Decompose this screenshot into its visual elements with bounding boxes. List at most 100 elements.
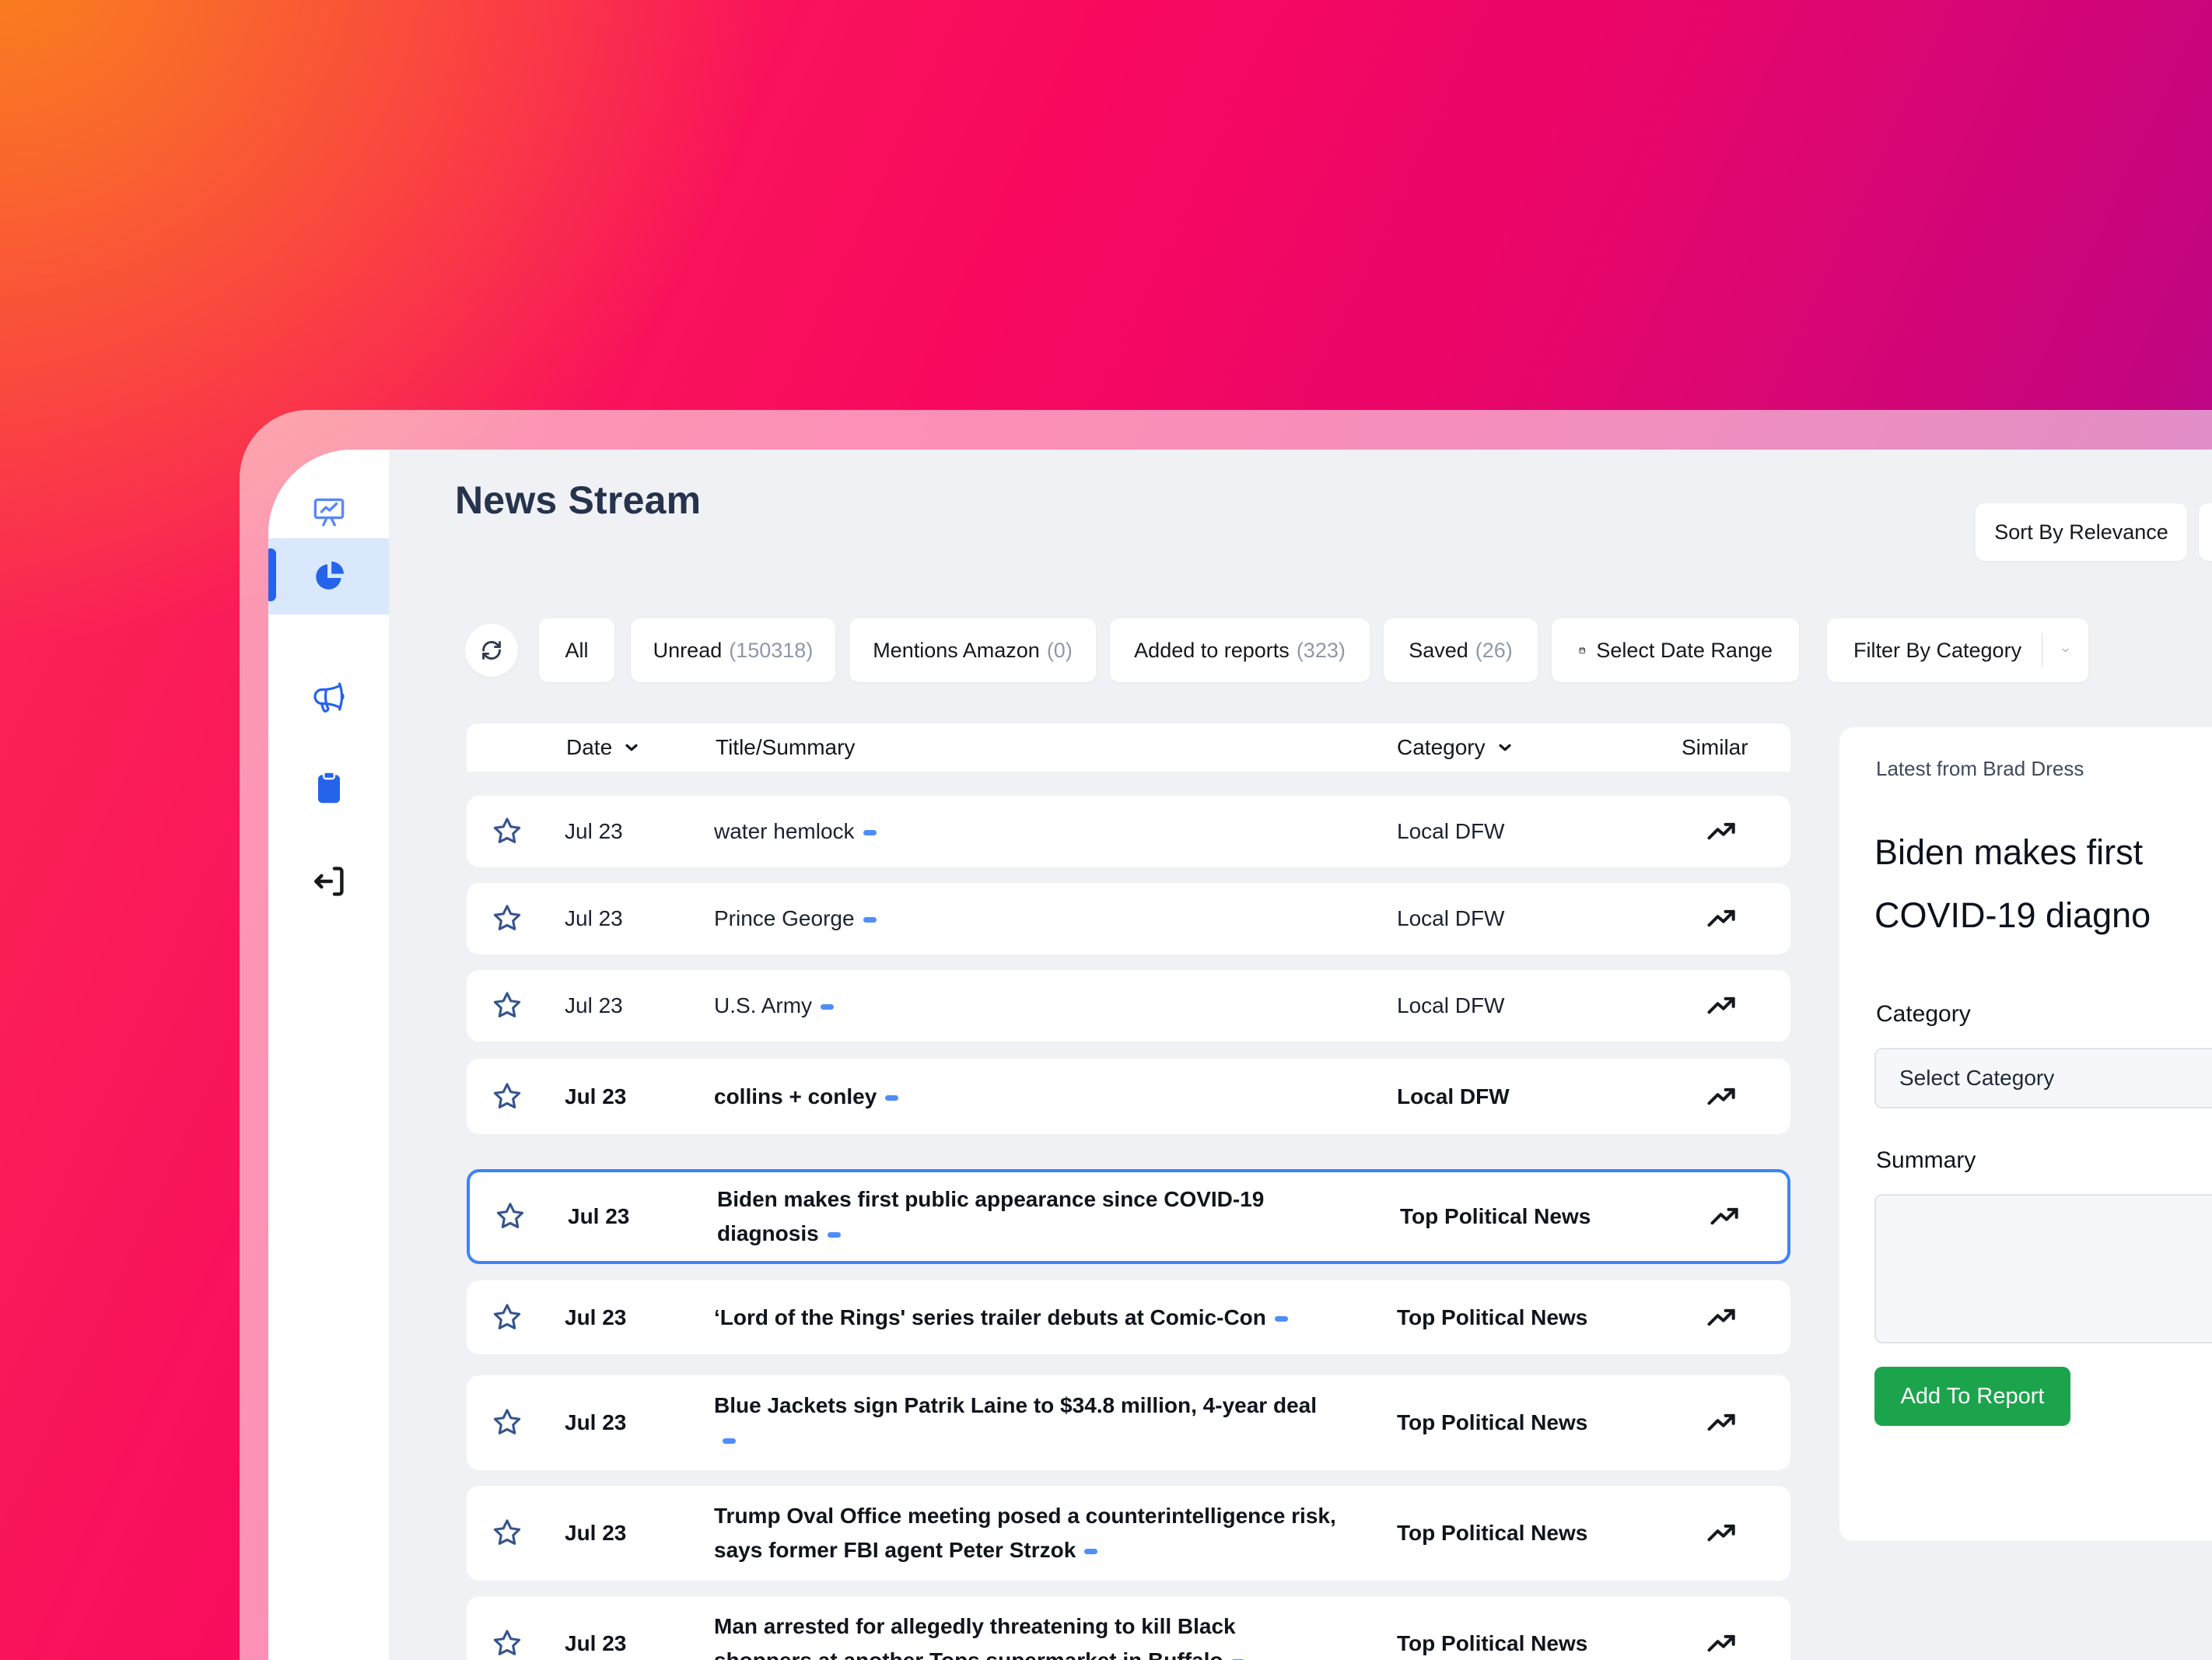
row-date: Jul 23 [565,1084,627,1108]
row-title: Blue Jackets sign Patrik Laine to $34.8 … [714,1389,1336,1457]
filter-button-unread[interactable]: Unread (150318) [631,618,835,682]
column-header-category[interactable]: Category [1397,723,1515,772]
filter-label: Added to reports [1134,638,1290,662]
sentiment-dash-icon [723,1438,736,1445]
select-date-range-button[interactable]: Select Date Range [1552,618,1799,682]
sentiment-dash-icon [885,1094,899,1101]
page-title: News Stream [455,478,702,522]
row-date: Jul 23 [568,1204,630,1228]
row-category: Local DFW [1397,819,1505,843]
trending-up-icon[interactable] [1705,1080,1739,1114]
summary-textarea[interactable] [1874,1194,2212,1343]
pie-chart-icon [315,561,344,590]
summary-label: Summary [1876,1147,1976,1173]
sort-by-relevance-button[interactable]: Sort By Relevance [1976,503,2187,561]
star-icon[interactable] [490,1080,524,1114]
column-header-similar: Similar [1682,735,1748,759]
filter-count: (150318) [729,638,814,662]
row-category: Top Political News [1397,1410,1588,1434]
trending-up-icon[interactable] [1705,1406,1739,1440]
star-icon[interactable] [490,1406,524,1440]
row-category: Top Political News [1400,1204,1591,1228]
headline-line-2: COVID-19 diagno [1874,895,2151,935]
star-icon[interactable] [490,1301,524,1335]
active-item-indicator [268,548,276,601]
filter-by-category-dropdown[interactable]: Filter By Category [1827,618,2088,682]
add-to-report-button[interactable]: Add To Report [1874,1367,2070,1426]
news-row[interactable]: Jul 23 Trump Oval Office meeting posed a … [467,1486,1790,1581]
logout-icon [313,867,344,896]
news-row[interactable]: Jul 23 water hemlock Local DFW [467,796,1790,867]
row-date: Jul 23 [565,819,623,843]
trending-up-icon[interactable] [1708,1199,1742,1234]
row-date: Jul 23 [565,993,623,1017]
edge-partial-button[interactable] [2199,503,2212,561]
row-title: U.S. Army [714,989,1336,1023]
row-date: Jul 23 [565,1410,627,1434]
filter-button-all[interactable]: All [539,618,614,682]
row-title: Biden makes first public appearance sinc… [717,1187,1265,1245]
star-icon[interactable] [490,902,524,936]
row-title: ‘Lord of the Rings' series trailer debut… [714,1301,1336,1335]
category-label: Category [1876,1001,1971,1027]
row-title: Trump Oval Office meeting posed a counte… [714,1504,1336,1562]
headline-line-1: Biden makes first [1874,832,2144,872]
trending-up-icon[interactable] [1705,1516,1739,1550]
sentiment-dash-icon [1274,1315,1288,1322]
filter-bar: All Unread (150318) Mentions Amazon (0) Added… [268,618,2212,682]
filter-label: Saved [1409,638,1468,662]
row-date: Jul 23 [565,906,623,930]
row-category: Local DFW [1397,906,1505,930]
news-row[interactable]: Jul 23 Prince George Local DFW [467,883,1790,954]
calendar-icon [1579,646,1585,653]
filter-button-mentions-amazon[interactable]: Mentions Amazon (0) [849,618,1096,682]
row-category: Local DFW [1397,1084,1510,1108]
filter-button-added-to-reports[interactable]: Added to reports (323) [1110,618,1370,682]
sentiment-dash-icon [827,1232,841,1238]
star-icon[interactable] [490,1627,524,1660]
star-icon[interactable] [490,989,524,1023]
trending-up-icon[interactable] [1705,1627,1739,1660]
row-title: collins + conley [714,1080,1336,1114]
news-row[interactable]: Jul 23 Blue Jackets sign Patrik Laine to … [467,1375,1790,1470]
news-row[interactable]: Jul 23 Man arrested for allegedly threate… [467,1596,1790,1660]
filter-count: (26) [1475,638,1513,662]
column-header-title: Title/Summary [716,735,856,759]
news-row[interactable]: Jul 23 Biden makes first public appearanc… [467,1169,1790,1264]
row-date: Jul 23 [565,1631,627,1655]
refresh-icon [482,641,501,660]
select-date-range-label: Select Date Range [1596,638,1773,662]
filter-count: (0) [1046,638,1073,662]
row-category: Top Political News [1397,1305,1588,1329]
row-date: Jul 23 [565,1305,627,1329]
star-icon[interactable] [490,814,524,849]
filter-label: All [565,638,589,662]
sentiment-dash-icon [863,917,877,923]
star-icon[interactable] [490,1516,524,1550]
clipboard-icon [317,771,340,804]
filter-count: (323) [1296,638,1346,662]
gradient-background: News Stream Sort By Relevance All Unread(… [0,0,2212,1660]
news-row[interactable]: Jul 23 ‘Lord of the Rings' series trailer… [467,1280,1790,1354]
news-row[interactable]: Jul 23 U.S. Army Local DFW [467,970,1790,1042]
star-icon[interactable] [493,1199,527,1234]
app-window: News Stream Sort By Relevance All Unread(… [268,450,2212,1660]
trending-up-icon[interactable] [1705,1301,1739,1335]
sidebar-item-news-stream[interactable] [268,538,389,615]
filter-button-saved[interactable]: Saved (26) [1384,618,1538,682]
trending-up-icon[interactable] [1705,989,1739,1023]
trending-up-icon[interactable] [1705,902,1739,936]
filter-by-category-label: Filter By Category [1853,638,2022,662]
sidebar-item-logout[interactable] [268,843,389,919]
trending-up-icon[interactable] [1705,814,1739,849]
column-header-date[interactable]: Date [566,723,642,772]
date-sort-chevron-icon [625,744,638,751]
presentation-chart-icon [313,498,344,527]
category-select[interactable]: Select Category [1874,1048,2212,1108]
news-row[interactable]: Jul 23 collins + conley Local DFW [467,1059,1790,1134]
row-category: Local DFW [1397,993,1505,1017]
sidebar-item-reports[interactable] [268,750,389,826]
refresh-button[interactable] [465,624,518,677]
row-category: Top Political News [1397,1631,1588,1655]
category-sort-chevron-icon [1499,744,1511,751]
